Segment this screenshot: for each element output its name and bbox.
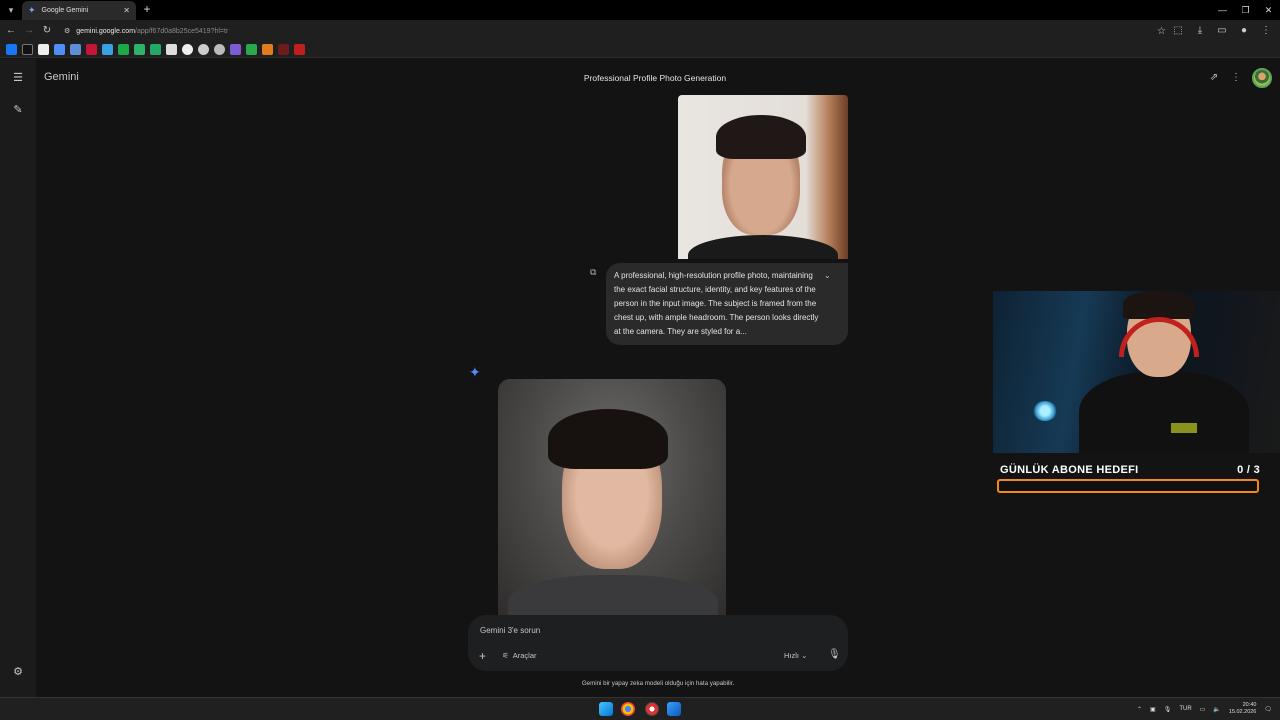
- bookmark-star-icon[interactable]: ☆: [1157, 26, 1166, 37]
- microphone-icon[interactable]: 🎙: [1164, 706, 1172, 713]
- prompt-input-placeholder[interactable]: Gemini 3'e sorun: [480, 626, 540, 635]
- top-actions: ⇗ ⋮: [1208, 68, 1272, 88]
- volume-icon[interactable]: 🔈: [1213, 706, 1220, 713]
- bookmark-icon[interactable]: [86, 44, 97, 55]
- chevron-down-icon: ⌄: [801, 651, 808, 660]
- reload-icon[interactable]: ↻: [39, 23, 55, 39]
- download-icon[interactable]: ⤓: [1192, 23, 1208, 39]
- disclaimer-text: Gemini bir yapay zeka modeli olduğu için…: [581, 680, 735, 687]
- goal-progress-bar: [997, 479, 1259, 493]
- subscriber-goal-header: GÜNLÜK ABONE HEDEFI 0 / 3: [1000, 464, 1260, 476]
- site-info-icon[interactable]: ⚙: [64, 27, 70, 35]
- mode-label: Hızlı: [784, 651, 799, 660]
- input-language[interactable]: TUR: [1179, 706, 1191, 712]
- tools-label: Araçlar: [512, 651, 537, 660]
- bookmark-icon[interactable]: [198, 44, 209, 55]
- clock-time: 20:40: [1242, 702, 1257, 708]
- clock[interactable]: 20:40 15.02.2026: [1229, 702, 1257, 716]
- tab-title: Google Gemini: [41, 7, 89, 14]
- tab-google-gemini[interactable]: ✦ Google Gemini ✕: [22, 1, 136, 20]
- toolbar-actions: ⬚ ⤓ ▭ ● ⋮: [1170, 23, 1274, 39]
- tools-icon: ⚟: [502, 651, 509, 660]
- add-attachment-icon[interactable]: +: [479, 649, 486, 663]
- back-icon[interactable]: ←: [3, 23, 19, 39]
- tools-button[interactable]: ⚟ Araçlar: [502, 651, 537, 660]
- minimize-icon[interactable]: —: [1211, 0, 1234, 20]
- gemini-spark-icon: ✦: [469, 364, 481, 380]
- bookmark-icon[interactable]: [262, 44, 273, 55]
- bookmark-icon[interactable]: [166, 44, 177, 55]
- window-controls: — ❐ ✕: [1211, 0, 1280, 20]
- address-bar[interactable]: ⚙ gemini.google.com/app/f67d0a8b25ce5419…: [58, 22, 1176, 40]
- browser-tab-strip: ▾ ✦ Google Gemini ✕ + — ❐ ✕: [0, 0, 1280, 20]
- gemini-brand[interactable]: Gemini: [44, 71, 79, 83]
- url-path: /app/f67d0a8b25ce5419?hl=tr: [135, 27, 229, 35]
- bookmark-icon[interactable]: [294, 44, 305, 55]
- main-menu-icon[interactable]: ☰: [9, 69, 27, 87]
- goal-value: 0 / 3: [1237, 464, 1260, 476]
- tray-app-icon[interactable]: ▣: [1150, 706, 1156, 713]
- share-icon[interactable]: ⇗: [1208, 70, 1220, 86]
- more-options-icon[interactable]: ⋮: [1230, 70, 1242, 86]
- gemini-favicon-icon: ✦: [28, 5, 36, 15]
- bookmark-icon[interactable]: [70, 44, 81, 55]
- conversation-title: Professional Profile Photo Generation: [583, 73, 727, 83]
- restore-icon[interactable]: ❐: [1234, 0, 1257, 20]
- user-prompt-bubble: A professional, high-resolution profile …: [606, 263, 848, 345]
- app-icon[interactable]: [667, 702, 681, 716]
- bookmark-icon[interactable]: [278, 44, 289, 55]
- url-host: gemini.google.com: [76, 27, 136, 35]
- bookmark-icon[interactable]: [38, 44, 49, 55]
- bookmark-icon[interactable]: [246, 44, 257, 55]
- expand-prompt-chevron-down-icon[interactable]: ⌄: [824, 271, 831, 280]
- goal-label: GÜNLÜK ABONE HEDEFI: [1000, 464, 1139, 476]
- bookmark-icon[interactable]: [214, 44, 225, 55]
- settings-gear-icon[interactable]: ⚙: [9, 663, 27, 681]
- uploaded-user-photo[interactable]: [678, 95, 848, 259]
- start-icon[interactable]: [599, 702, 613, 716]
- webcam-overlay: [993, 291, 1280, 453]
- bookmark-icon[interactable]: [182, 44, 193, 55]
- forward-icon[interactable]: →: [21, 23, 37, 39]
- new-tab-icon[interactable]: +: [140, 2, 154, 16]
- new-chat-icon[interactable]: ✎: [9, 101, 27, 119]
- prompt-input-box[interactable]: Gemini 3'e sorun + ⚟ Araçlar Hızlı ⌄ 🎙: [468, 615, 848, 671]
- generated-profile-photo[interactable]: [498, 379, 726, 615]
- windows-taskbar: ⌃ ▣ 🎙 TUR ▭ 🔈 20:40 15.02.2026 🗨: [0, 697, 1280, 720]
- extensions-icon[interactable]: ⬚: [1170, 23, 1186, 39]
- tray-chevron-up-icon[interactable]: ⌃: [1137, 706, 1142, 713]
- bookmark-icon[interactable]: [118, 44, 129, 55]
- system-tray: ⌃ ▣ 🎙 TUR ▭ 🔈 20:40 15.02.2026 🗨: [1137, 702, 1272, 716]
- notifications-icon[interactable]: 🗨: [1264, 706, 1272, 713]
- bookmark-gemini-icon[interactable]: [54, 44, 65, 55]
- cast-icon[interactable]: ▭: [1214, 23, 1230, 39]
- profile-icon[interactable]: ●: [1236, 23, 1252, 39]
- close-tab-icon[interactable]: ✕: [123, 6, 130, 15]
- bookmark-icon[interactable]: [230, 44, 241, 55]
- avatar[interactable]: [1252, 68, 1272, 88]
- side-rail: ☰ ✎ ⚙: [0, 59, 36, 697]
- bookmark-facebook-icon[interactable]: [6, 44, 17, 55]
- copy-prompt-icon[interactable]: ⧉: [590, 267, 596, 278]
- user-prompt-text: A professional, high-resolution profile …: [614, 271, 819, 336]
- browser-menu-icon[interactable]: ⋮: [1258, 23, 1274, 39]
- app-icon[interactable]: [645, 702, 659, 716]
- bookmark-x-icon[interactable]: [22, 44, 33, 55]
- clock-date: 15.02.2026: [1228, 709, 1257, 715]
- bookmark-icon[interactable]: [150, 44, 161, 55]
- tab-list-icon[interactable]: ▾: [4, 3, 18, 17]
- bookmark-icon[interactable]: [102, 44, 113, 55]
- model-mode-select[interactable]: Hızlı ⌄: [784, 651, 807, 660]
- bookmark-icon[interactable]: [134, 44, 145, 55]
- close-window-icon[interactable]: ✕: [1257, 0, 1280, 20]
- network-icon[interactable]: ▭: [1200, 706, 1206, 713]
- microphone-icon[interactable]: 🎙: [828, 649, 841, 660]
- chrome-icon[interactable]: [621, 702, 635, 716]
- browser-toolbar: ← → ↻ ⚙ gemini.google.com/app/f67d0a8b25…: [0, 20, 1280, 42]
- bookmarks-bar: [0, 42, 1280, 58]
